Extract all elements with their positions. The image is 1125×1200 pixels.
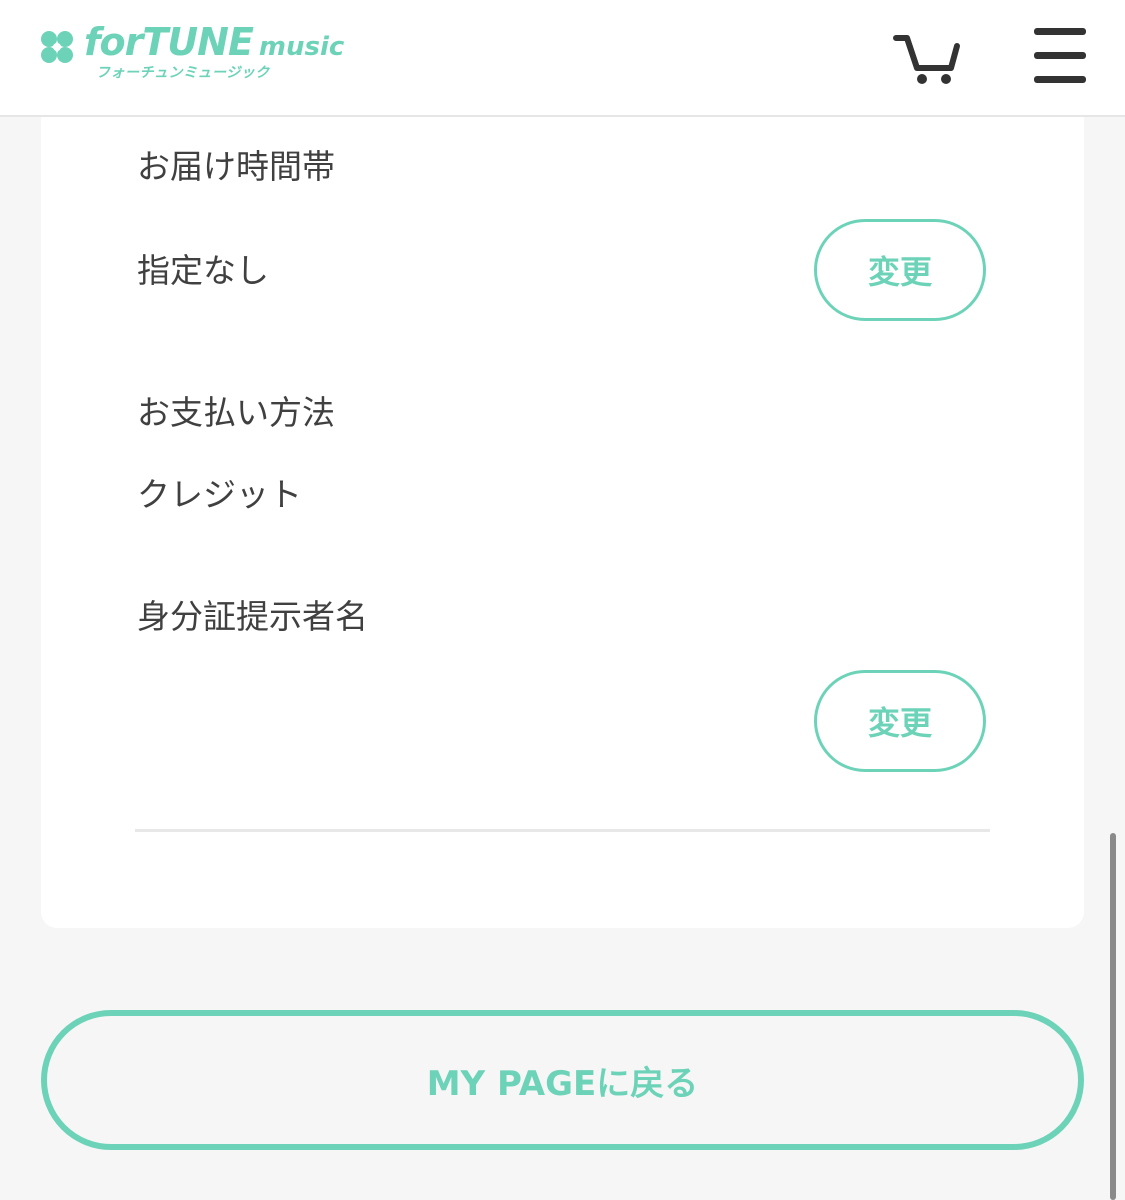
logo-main-small-text: music: [258, 32, 345, 62]
logo-wordmark: forTUNE music: [84, 20, 344, 64]
back-to-mypage-button[interactable]: MY PAGEに戻る: [41, 1010, 1084, 1150]
logo-subtitle: フォーチュンミュージック: [96, 65, 270, 81]
logo-main-text: forTUNE: [84, 20, 254, 64]
order-detail-card: お届け時間帯 指定なし 変更 お支払い方法 クレジット 身分証提示者名 変更: [41, 117, 1084, 928]
delivery-time-change-button[interactable]: 変更: [814, 219, 986, 321]
fortune-music-logo[interactable]: forTUNE music フォーチュンミュージック: [38, 16, 344, 88]
payment-method-value: クレジット: [137, 475, 302, 514]
id-holder-name-label: 身分証提示者名: [137, 597, 368, 636]
section-divider: [135, 829, 990, 832]
payment-method-label: お支払い方法: [137, 393, 335, 432]
delivery-time-label: お届け時間帯: [137, 147, 335, 186]
page-scrollbar[interactable]: [1110, 833, 1116, 1200]
site-header: forTUNE music フォーチュンミュージック: [0, 0, 1125, 117]
cart-icon[interactable]: [893, 32, 961, 86]
id-holder-name-change-button[interactable]: 変更: [814, 670, 986, 772]
delivery-time-value: 指定なし: [137, 251, 269, 290]
flower-icon: [41, 31, 73, 63]
hamburger-menu-icon[interactable]: [1034, 28, 1088, 86]
